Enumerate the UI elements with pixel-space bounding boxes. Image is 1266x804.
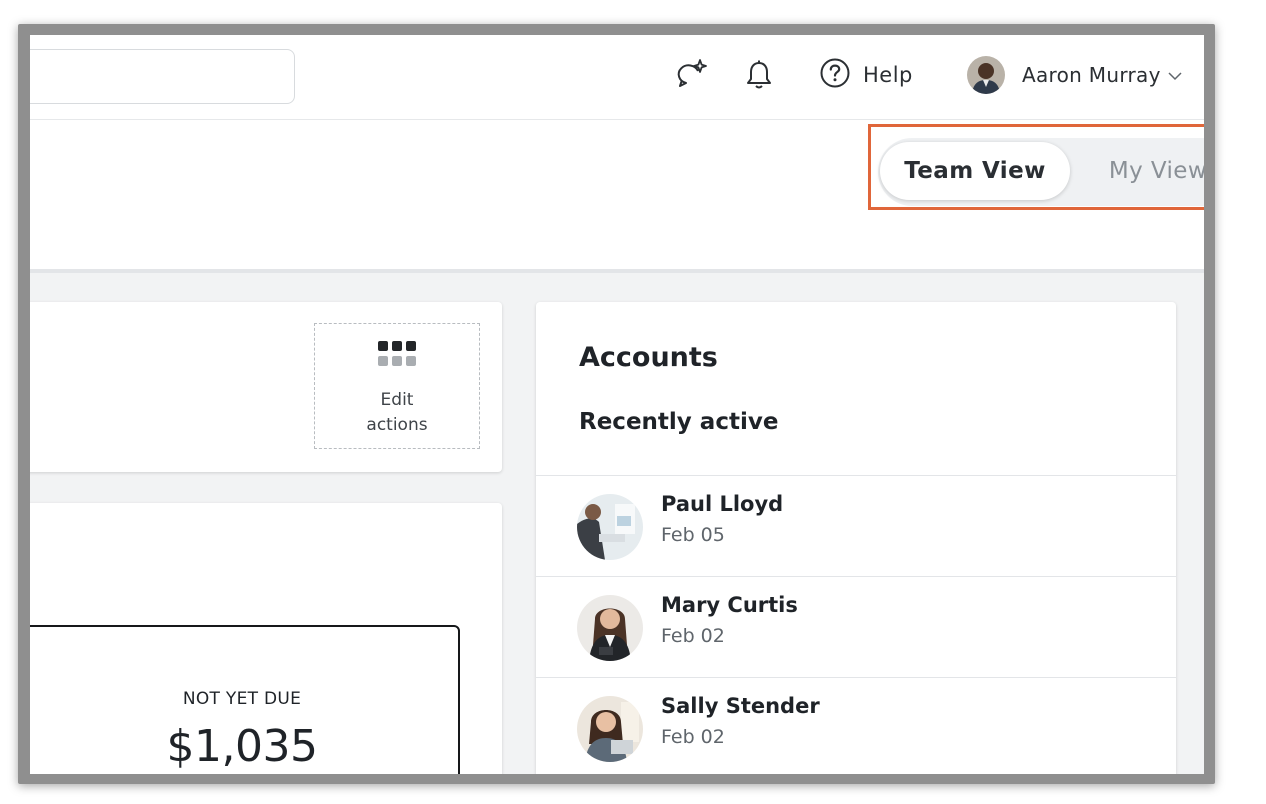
notification-bell-icon[interactable] xyxy=(742,57,776,93)
edit-actions-button[interactable]: Edit actions xyxy=(314,323,480,449)
account-date: Feb 02 xyxy=(661,625,725,647)
top-bar: Help Aaron Murray xyxy=(30,35,1204,120)
account-name: Paul Lloyd xyxy=(661,492,784,516)
quick-actions-card: Edit actions xyxy=(30,302,502,472)
user-avatar xyxy=(967,56,1005,94)
account-name: Mary Curtis xyxy=(661,593,798,617)
avatar xyxy=(577,494,643,560)
accounts-card: Accounts Recently active Paul Lloyd Feb … xyxy=(536,302,1176,774)
edit-actions-label: Edit actions xyxy=(366,390,428,435)
not-yet-due-amount: $1,035 xyxy=(166,721,318,772)
user-name: Aaron Murray xyxy=(1022,63,1161,87)
app-window: Help Aaron Murray Team View My View Edit… xyxy=(30,35,1204,774)
search-input[interactable] xyxy=(30,49,295,104)
recently-active-heading: Recently active xyxy=(579,409,779,435)
avatar xyxy=(577,595,643,661)
user-menu[interactable]: Aaron Murray xyxy=(967,55,1183,95)
not-yet-due-label: NOT YET DUE xyxy=(182,689,302,709)
highlight-annotation xyxy=(868,124,1204,210)
account-date: Feb 02 xyxy=(661,726,725,748)
list-item[interactable]: Mary Curtis Feb 02 xyxy=(536,577,1176,678)
list-item[interactable]: Paul Lloyd Feb 05 xyxy=(536,476,1176,577)
accounts-list: Paul Lloyd Feb 05 Mary Curtis Feb 02 Sal… xyxy=(536,475,1176,774)
receivables-card: NOT YET DUE $1,035 xyxy=(30,503,502,774)
accounts-title: Accounts xyxy=(579,342,718,373)
page-header: Team View My View xyxy=(30,120,1204,273)
help-question-icon xyxy=(819,57,851,93)
ai-chat-sparkle-icon[interactable] xyxy=(674,57,708,93)
account-date: Feb 05 xyxy=(661,524,725,546)
avatar xyxy=(577,696,643,762)
list-item[interactable]: Sally Stender Feb 02 xyxy=(536,678,1176,774)
chevron-down-icon xyxy=(1167,66,1183,85)
help-label: Help xyxy=(863,63,913,87)
not-yet-due-tile[interactable]: NOT YET DUE $1,035 xyxy=(30,625,460,774)
help-button[interactable]: Help xyxy=(819,57,913,93)
account-name: Sally Stender xyxy=(661,694,820,718)
grid-icon xyxy=(377,340,417,372)
